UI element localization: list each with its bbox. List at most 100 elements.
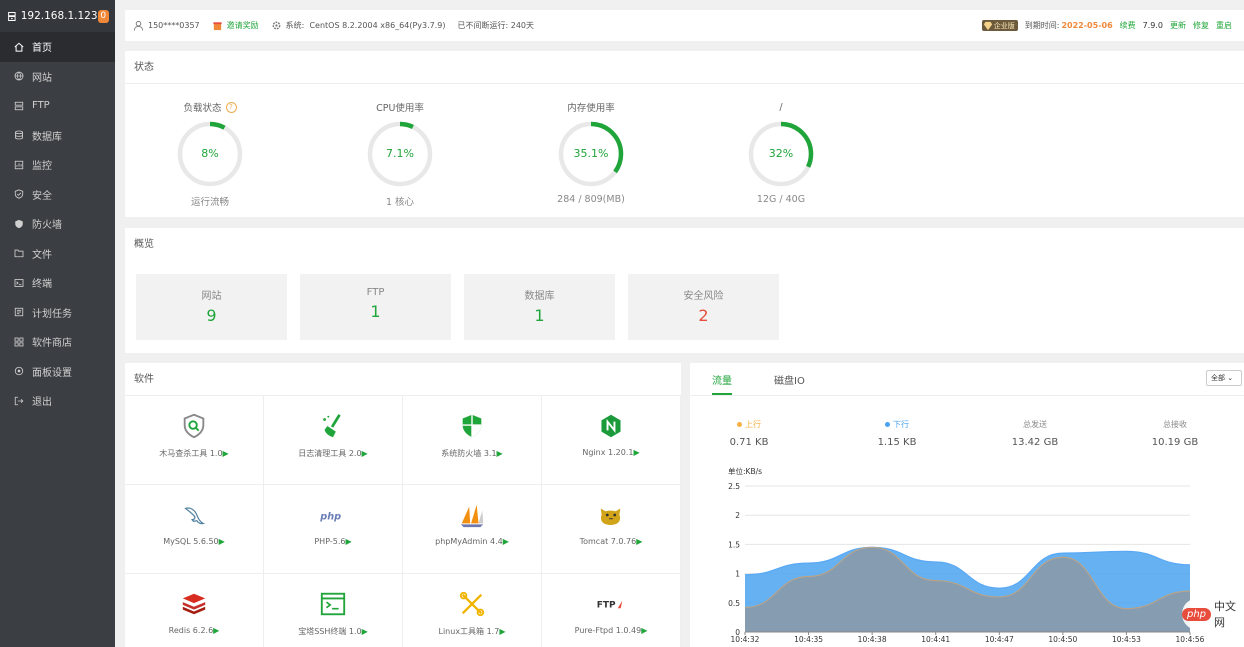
sidebar-item-6[interactable]: 防火墙 [0, 209, 115, 239]
home-icon [14, 42, 24, 52]
y-tick-label: 2.5 [728, 482, 740, 491]
software-item-4[interactable]: MySQL 5.6.50▶ [125, 485, 264, 574]
play-arrow-icon[interactable]: ▶ [345, 537, 351, 546]
software-item-0[interactable]: 木马查杀工具 1.0▶ [125, 396, 264, 485]
software-item-10[interactable]: Linux工具箱 1.7▶ [403, 574, 542, 647]
sidebar-item-label: 防火墙 [32, 220, 62, 232]
play-arrow-icon[interactable]: ▶ [503, 537, 509, 546]
software-item-6[interactable]: phpMyAdmin 4.4▶ [403, 485, 542, 574]
svg-text:php: php [319, 511, 341, 522]
status-title: 状态 [125, 51, 1244, 84]
sidebar-item-label: 安全 [32, 190, 52, 202]
sidebar-item-10[interactable]: 软件商店 [0, 327, 115, 357]
firewall-icon [457, 411, 487, 441]
sidebar-item-5[interactable]: 安全 [0, 180, 115, 210]
panel-version: 7.9.0 [1142, 21, 1163, 30]
site-name: 中文网 [1214, 600, 1237, 629]
software-item-5[interactable]: php PHP-5.6▶ [264, 485, 403, 574]
sidebar-item-label: 面板设置 [32, 367, 72, 379]
sidebar-item-7[interactable]: 文件 [0, 239, 115, 269]
edition-label: 企业版 [993, 21, 1015, 30]
svg-text:FTP: FTP [597, 600, 616, 610]
software-item-8[interactable]: Redis 6.2.6▶ [125, 574, 264, 647]
user-account[interactable]: 150****0357 [148, 21, 200, 30]
php-cn-watermark: php 中文网 [1182, 598, 1244, 630]
sidebar-item-label: 网站 [32, 72, 52, 84]
y-tick-label: 2 [735, 511, 740, 520]
overview-card-1[interactable]: FTP 1 [300, 274, 451, 340]
repair-link[interactable]: 修复 [1193, 20, 1209, 31]
overview-card-0[interactable]: 网站 9 [136, 274, 287, 340]
sidebar-item-4[interactable]: 监控 [0, 150, 115, 180]
software-item-2[interactable]: 系统防火墙 3.1▶ [403, 396, 542, 485]
sidebar-item-8[interactable]: 终端 [0, 268, 115, 298]
overview-card-3[interactable]: 安全风险 2 [628, 274, 779, 340]
database-icon [14, 130, 24, 140]
play-arrow-icon[interactable]: ▶ [362, 627, 368, 636]
gauge-label: CPU使用率 [376, 103, 424, 114]
update-link[interactable]: 更新 [1170, 20, 1186, 31]
play-arrow-icon[interactable]: ▶ [362, 449, 368, 458]
uptime: 已不间断运行: 240天 [457, 21, 535, 30]
gauge-value: 7.1% [386, 147, 414, 160]
help-icon[interactable]: ? [225, 101, 237, 113]
sidebar-item-label: FTP [32, 100, 50, 112]
software-item-1[interactable]: 日志清理工具 2.0▶ [264, 396, 403, 485]
sidebar-item-1[interactable]: 网站 [0, 62, 115, 92]
software-name: 日志清理工具 2.0 [298, 449, 362, 458]
play-arrow-icon[interactable]: ▶ [633, 448, 639, 457]
server-ip[interactable]: 192.168.1.123 [21, 10, 98, 22]
gauge-ring[interactable]: 7.1% [365, 119, 435, 189]
task-icon [14, 307, 24, 317]
expire-label: 到期时间: [1024, 21, 1060, 30]
overview-card-value: 9 [206, 306, 217, 325]
x-tick-label: 10:4:41 [921, 635, 950, 644]
sidebar-item-label: 退出 [32, 397, 52, 409]
user-icon [133, 20, 144, 31]
software-item-7[interactable]: Tomcat 7.0.76▶ [542, 485, 681, 574]
play-arrow-icon[interactable]: ▶ [223, 449, 229, 458]
restart-link[interactable]: 重启 [1216, 20, 1232, 31]
gauge-ring[interactable]: 8% [175, 119, 245, 189]
gauge-2: 内存使用率 35.1% 284 / 809(MB) [546, 100, 636, 205]
play-arrow-icon[interactable]: ▶ [636, 537, 642, 546]
sidebar-item-0[interactable]: 首页 [0, 32, 115, 62]
sidebar-item-label: 首页 [32, 43, 52, 55]
overview-card-value: 1 [534, 306, 545, 325]
sidebar-item-label: 软件商店 [32, 338, 72, 350]
gauge-detail: 12G / 40G [756, 194, 806, 205]
gauge-value: 8% [201, 147, 219, 160]
sidebar-item-9[interactable]: 计划任务 [0, 298, 115, 328]
software-item-11[interactable]: FTP Pure-Ftpd 1.0.49▶ [542, 574, 681, 647]
sidebar-item-3[interactable]: 数据库 [0, 121, 115, 151]
sidebar-item-11[interactable]: 面板设置 [0, 357, 115, 387]
ssh-terminal-icon [318, 589, 348, 619]
software-item-9[interactable]: 宝塔SSH终端 1.0▶ [264, 574, 403, 647]
gauge-value: 35.1% [573, 147, 609, 160]
software-item-3[interactable]: Nginx 1.20.1▶ [542, 396, 681, 485]
play-arrow-icon[interactable]: ▶ [499, 627, 505, 636]
renew-link[interactable]: 续费 [1120, 20, 1136, 31]
sidebar-item-label: 文件 [32, 249, 52, 261]
gauge-label: 负载状态 [183, 103, 222, 114]
sidebar-item-label: 计划任务 [32, 308, 72, 320]
tomcat-icon [596, 500, 626, 530]
overview-panel: 概览 网站 9 FTP 1 数据库 1 安全风险 2 [125, 228, 1244, 353]
software-name: MySQL 5.6.50 [163, 537, 219, 546]
invite-reward-link[interactable]: 邀请奖励 [227, 20, 259, 31]
gauge-3: / 32% 12G / 40G [736, 100, 826, 205]
folder-icon [14, 248, 24, 258]
play-arrow-icon[interactable]: ▶ [497, 449, 503, 458]
sidebar-item-2[interactable]: FTP [0, 91, 115, 121]
notification-badge[interactable]: 0 [97, 9, 109, 23]
play-arrow-icon[interactable]: ▶ [641, 626, 647, 635]
play-arrow-icon[interactable]: ▶ [213, 626, 219, 635]
sidebar-item-12[interactable]: 退出 [0, 386, 115, 416]
overview-card-2[interactable]: 数据库 1 [464, 274, 615, 340]
trojan-scan-icon [179, 411, 209, 441]
gauge-ring[interactable]: 35.1% [556, 119, 626, 189]
software-name: Nginx 1.20.1 [582, 448, 634, 457]
software-name: Tomcat 7.0.76 [579, 537, 637, 546]
gauge-ring[interactable]: 32% [746, 119, 816, 189]
play-arrow-icon[interactable]: ▶ [219, 537, 225, 546]
